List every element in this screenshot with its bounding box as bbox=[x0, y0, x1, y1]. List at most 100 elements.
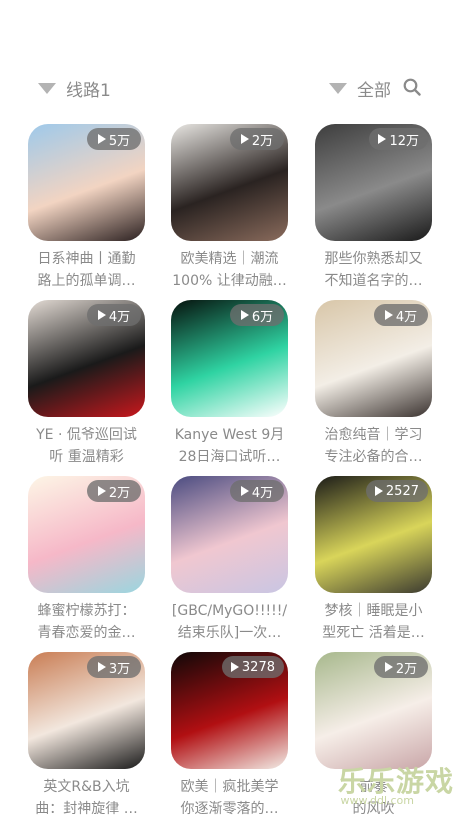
playlist-cover[interactable]: 12万 bbox=[315, 124, 432, 241]
playlist-card[interactable]: 4万 YE · 侃爷巡回试听 重温精彩 bbox=[28, 300, 145, 468]
playlist-cover[interactable]: 2万 bbox=[315, 652, 432, 769]
play-icon bbox=[97, 310, 106, 320]
play-count: 3278 bbox=[241, 659, 275, 675]
playlist-cover[interactable]: 3278 bbox=[171, 652, 288, 769]
playlist-cover[interactable]: 2万 bbox=[28, 476, 145, 593]
playlist-cover[interactable]: 4万 bbox=[28, 300, 145, 417]
playlist-title-line2: 不知道名字的… bbox=[324, 273, 423, 289]
play-count: 3万 bbox=[108, 661, 131, 677]
playlist-title[interactable]: 英文R&B入坑 曲：封神旋律 … bbox=[28, 776, 145, 820]
triangle-down-icon bbox=[38, 83, 56, 94]
playlist-title-line2: 你逐渐零落的… bbox=[180, 801, 279, 817]
playlist-cover[interactable]: 2527 bbox=[315, 476, 432, 593]
play-count: 2527 bbox=[385, 483, 419, 499]
play-count-badge: 2万 bbox=[230, 128, 284, 150]
playlist-card[interactable]: 12万那些你熟悉却又 不知道名字的… bbox=[315, 124, 432, 292]
playlist-title-line1: 治愈纯音｜学习 bbox=[324, 427, 423, 443]
play-icon bbox=[384, 662, 393, 672]
play-icon bbox=[240, 310, 249, 320]
play-icon bbox=[374, 486, 383, 496]
play-count-badge: 2万 bbox=[374, 656, 428, 678]
playlist-title[interactable]: YE · 侃爷巡回试听 重温精彩 bbox=[28, 424, 145, 468]
route-label: 线路1 bbox=[66, 81, 111, 101]
playlist-title[interactable]: Kanye West 9月 28日海口试听… bbox=[171, 424, 288, 468]
playlist-card[interactable]: 2万蜂蜜柠檬苏打： 青春恋爱的金… bbox=[28, 476, 145, 644]
play-count-badge: 5万 bbox=[87, 128, 141, 150]
search-icon[interactable] bbox=[403, 78, 421, 96]
play-icon bbox=[97, 134, 106, 144]
playlist-title-line2: 专注必备的合… bbox=[324, 449, 423, 465]
playlist-card[interactable]: 5万日系神曲丨通勤 路上的孤单调… bbox=[28, 124, 145, 292]
playlist-card[interactable]: 3278 欧美｜疯批美学 你逐渐零落的… bbox=[171, 652, 288, 820]
watermark: 乐乐游戏 www.ddl.com bbox=[328, 760, 458, 820]
triangle-down-icon bbox=[329, 83, 347, 94]
playlist-title[interactable]: 日系神曲丨通勤 路上的孤单调… bbox=[28, 248, 145, 292]
play-count-badge: 6万 bbox=[230, 304, 284, 326]
watermark-url: www.ddl.com bbox=[340, 794, 415, 807]
playlist-cover[interactable]: 2万 bbox=[171, 124, 288, 241]
play-icon bbox=[240, 134, 249, 144]
play-icon bbox=[384, 310, 393, 320]
play-icon bbox=[97, 662, 106, 672]
playlist-title-line2: 路上的孤单调… bbox=[37, 273, 136, 289]
playlist-cover[interactable]: 4万 bbox=[171, 476, 288, 593]
play-count: 2万 bbox=[395, 661, 418, 677]
play-count-badge: 2527 bbox=[365, 480, 428, 502]
playlist-title-line1: YE · 侃爷巡回试 bbox=[36, 427, 137, 443]
playlist-title[interactable]: 欧美精选｜潮流 100% 让律动融… bbox=[171, 248, 288, 292]
play-icon bbox=[240, 486, 249, 496]
play-icon bbox=[97, 486, 106, 496]
play-count-badge: 4万 bbox=[230, 480, 284, 502]
play-count-badge: 2万 bbox=[87, 480, 141, 502]
play-count-badge: 4万 bbox=[87, 304, 141, 326]
playlist-title-line1: 梦核｜睡眠是小 bbox=[324, 603, 423, 619]
playlist-title-line2: 结束乐队]一次… bbox=[177, 625, 282, 641]
play-count-badge: 12万 bbox=[369, 128, 428, 150]
category-selector[interactable]: 全部 bbox=[329, 76, 391, 101]
play-icon bbox=[230, 662, 239, 672]
playlist-title-line2: 听 重温精彩 bbox=[49, 449, 124, 465]
playlist-title[interactable]: [GBC/MyGO!!!!!/ 结束乐队]一次… bbox=[171, 600, 288, 644]
playlist-title[interactable]: 那些你熟悉却又 不知道名字的… bbox=[315, 248, 432, 292]
playlist-card[interactable]: 6万 Kanye West 9月 28日海口试听… bbox=[171, 300, 288, 468]
playlist-title-line2: 青春恋爱的金… bbox=[37, 625, 136, 641]
play-icon bbox=[378, 134, 387, 144]
playlist-card[interactable]: 4万 [GBC/MyGO!!!!!/ 结束乐队]一次… bbox=[171, 476, 288, 644]
playlist-cover[interactable]: 5万 bbox=[28, 124, 145, 241]
playlist-title-line2: 28日海口试听… bbox=[178, 449, 281, 465]
play-count-badge: 4万 bbox=[374, 304, 428, 326]
playlist-title-line1: Kanye West 9月 bbox=[174, 427, 285, 443]
playlist-title-line1: [GBC/MyGO!!!!!/ bbox=[171, 603, 288, 619]
playlist-title-line2: 曲：封神旋律 … bbox=[35, 801, 138, 817]
play-count-badge: 3万 bbox=[87, 656, 141, 678]
play-count: 4万 bbox=[251, 485, 274, 501]
playlist-title[interactable]: 梦核｜睡眠是小 型死亡 活着是… bbox=[315, 600, 432, 644]
play-count: 4万 bbox=[108, 309, 131, 325]
playlist-cover[interactable]: 3万 bbox=[28, 652, 145, 769]
play-count-badge: 3278 bbox=[221, 656, 284, 678]
playlist-title-line1: 日系神曲丨通勤 bbox=[37, 251, 136, 267]
playlist-card[interactable]: 4万治愈纯音｜学习 专注必备的合… bbox=[315, 300, 432, 468]
playlist-card[interactable]: 2万欧美精选｜潮流 100% 让律动融… bbox=[171, 124, 288, 292]
playlist-cover[interactable]: 4万 bbox=[315, 300, 432, 417]
category-label: 全部 bbox=[357, 81, 391, 101]
play-count: 5万 bbox=[108, 133, 131, 149]
play-count: 6万 bbox=[251, 309, 274, 325]
playlist-card[interactable]: 2527 梦核｜睡眠是小 型死亡 活着是… bbox=[315, 476, 432, 644]
playlist-title-line2: 100% 让律动融… bbox=[172, 273, 287, 289]
playlist-cover[interactable]: 6万 bbox=[171, 300, 288, 417]
playlist-title[interactable]: 蜂蜜柠檬苏打： 青春恋爱的金… bbox=[28, 600, 145, 644]
playlist-title-line1: 蜂蜜柠檬苏打： bbox=[37, 603, 136, 619]
playlist-title-line1: 欧美｜疯批美学 bbox=[180, 779, 279, 795]
play-count: 4万 bbox=[395, 309, 418, 325]
playlist-title[interactable]: 欧美｜疯批美学 你逐渐零落的… bbox=[171, 776, 288, 820]
playlist-title-line1: 英文R&B入坑 bbox=[43, 779, 130, 795]
playlist-title-line1: 那些你熟悉却又 bbox=[324, 251, 423, 267]
route-selector[interactable]: 线路1 bbox=[38, 76, 111, 101]
playlist-card[interactable]: 3万英文R&B入坑 曲：封神旋律 … bbox=[28, 652, 145, 820]
play-count: 2万 bbox=[108, 485, 131, 501]
play-count: 12万 bbox=[389, 133, 419, 149]
play-count: 2万 bbox=[251, 133, 274, 149]
playlist-title-line1: 欧美精选｜潮流 bbox=[180, 251, 279, 267]
playlist-title[interactable]: 治愈纯音｜学习 专注必备的合… bbox=[315, 424, 432, 468]
